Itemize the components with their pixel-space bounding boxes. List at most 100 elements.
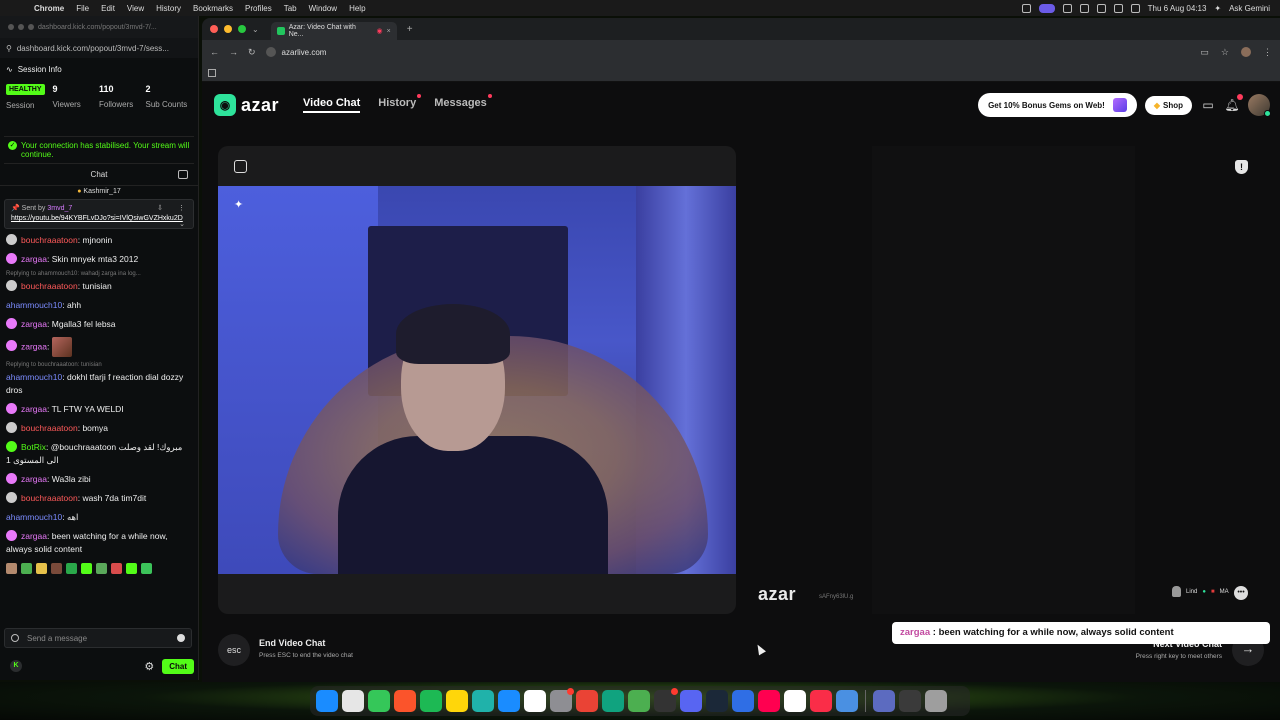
forward-icon[interactable]: →	[229, 47, 238, 57]
dock-app-icon[interactable]	[602, 690, 624, 712]
chat-username[interactable]: bouchraaatoon	[21, 423, 78, 433]
message-input[interactable]: Send a message	[27, 634, 87, 643]
remote-user-info[interactable]: Lind ● ■ MA	[1172, 586, 1229, 597]
chat-username[interactable]: bouchraaatoon	[21, 235, 78, 245]
users-icon[interactable]	[178, 170, 188, 179]
dock-app-icon[interactable]	[810, 690, 832, 712]
chat-message[interactable]: zargaa: Wa3la zibi	[6, 470, 192, 489]
menu-file[interactable]: File	[70, 4, 95, 13]
gemini-icon[interactable]: ✦	[1214, 4, 1221, 13]
window-close-button[interactable]	[8, 24, 14, 30]
menu-window[interactable]: Window	[303, 4, 343, 13]
menu-profiles[interactable]: Profiles	[239, 4, 278, 13]
search-icon[interactable]	[1113, 3, 1123, 13]
dock-app-icon[interactable]	[836, 690, 858, 712]
menu-edit[interactable]: Edit	[95, 4, 121, 13]
site-info-icon[interactable]	[265, 47, 276, 57]
dock-app-icon[interactable]	[899, 690, 921, 712]
tab-close-icon[interactable]: ×	[387, 28, 391, 35]
nav-messages[interactable]: Messages	[434, 94, 492, 113]
dock-app-icon[interactable]	[732, 690, 754, 712]
dock-app-icon[interactable]	[498, 690, 520, 712]
dock-app-icon[interactable]	[446, 690, 468, 712]
emote-icon[interactable]	[6, 563, 17, 574]
shop-button[interactable]: ◆ Shop	[1144, 95, 1192, 115]
pinned-sender-name[interactable]: 3mvd_7	[47, 205, 72, 212]
menubar-datetime[interactable]: Thu 6 Aug 04:13	[1148, 4, 1207, 13]
nav-history[interactable]: History	[378, 94, 422, 113]
pinned-message[interactable]: 📌 Sent by 3mvd_7 https://youtu.be/94KYBF…	[4, 199, 194, 229]
menu-app-name[interactable]: Chrome	[28, 4, 70, 13]
menu-bookmarks[interactable]: Bookmarks	[187, 4, 239, 13]
window-zoom-button[interactable]	[28, 24, 34, 30]
dock-app-icon[interactable]	[420, 690, 442, 712]
emote-icon[interactable]	[111, 563, 122, 574]
pinned-link[interactable]: https://youtu.be/94KYBFLvDJo?si=IVlQsiwG…	[11, 214, 187, 224]
chat-message[interactable]: zargaa: Skin mnyek mta3 2012	[6, 250, 192, 269]
chat-username[interactable]: zargaa	[21, 319, 47, 329]
screen-record-icon[interactable]	[1038, 3, 1055, 13]
chat-username[interactable]: ahammouch10	[6, 300, 62, 310]
chat-username[interactable]: zargaa	[21, 531, 47, 541]
kick-urlbar[interactable]: ⚲ dashboard.kick.com/popout/3mvd-7/sess.…	[0, 38, 198, 58]
emote-icon[interactable]	[66, 563, 77, 574]
chat-message[interactable]: zargaa: Mgalla3 fel lebsa	[6, 315, 192, 334]
new-tab-icon[interactable]: +	[407, 24, 413, 35]
ask-gemini-label[interactable]: Ask Gemini	[1229, 4, 1270, 13]
status-icon[interactable]	[1021, 3, 1031, 13]
dock-app-icon[interactable]	[873, 690, 895, 712]
bonus-gems-button[interactable]: Get 10% Bonus Gems on Web!	[978, 93, 1137, 117]
window-minimize-button[interactable]	[18, 24, 24, 30]
dock-app-icon[interactable]	[706, 690, 728, 712]
expand-icon[interactable]	[234, 160, 247, 173]
dock-app-icon[interactable]	[680, 690, 702, 712]
emote-icon[interactable]	[96, 563, 107, 574]
window-close-button[interactable]	[210, 25, 218, 33]
chrome-menu-icon[interactable]: ⋮	[1263, 47, 1272, 58]
wifi-icon[interactable]	[1096, 3, 1106, 13]
chat-message[interactable]: ahammouch10: dokhl tfarji f reaction dia…	[6, 368, 192, 400]
chat-username[interactable]: zargaa	[21, 404, 47, 414]
back-icon[interactable]: ←	[210, 47, 219, 57]
chat-message[interactable]: bouchraaatoon: wash 7da tim7dit	[6, 489, 192, 508]
text-icon[interactable]	[1079, 3, 1089, 13]
azar-logo[interactable]: azar	[241, 95, 279, 116]
dock-app-icon[interactable]	[925, 690, 947, 712]
dock-app-icon[interactable]	[368, 690, 390, 712]
emote-icon[interactable]	[51, 563, 62, 574]
settings-gear-icon[interactable]: ⚙	[144, 660, 154, 673]
chat-message[interactable]: ahammouch10: ahh	[6, 296, 192, 315]
chat-message[interactable]: BotRix: @bouchraaatoon مبروك! لقد وصلت ا…	[6, 438, 192, 470]
menu-view[interactable]: View	[121, 4, 150, 13]
chat-message[interactable]: bouchraaatoon: mjnonin	[6, 231, 192, 250]
dock-app-icon[interactable]	[394, 690, 416, 712]
chat-composer[interactable]: Send a message	[4, 628, 192, 648]
chat-message[interactable]: zargaa: TL FTW YA WELDI	[6, 400, 192, 419]
control-center-icon[interactable]	[1130, 3, 1140, 13]
chat-message[interactable]: ahammouch10: اهه	[6, 508, 192, 527]
chat-username[interactable]: bouchraaatoon	[21, 281, 78, 291]
dock-app-icon[interactable]	[472, 690, 494, 712]
kick-logo-icon[interactable]: K	[10, 660, 22, 672]
chat-username[interactable]: zargaa	[21, 474, 47, 484]
esc-key-button[interactable]: esc	[218, 634, 250, 666]
more-options-icon[interactable]: ⋮	[178, 204, 185, 212]
emoji-icon[interactable]	[177, 634, 185, 642]
dock-app-icon[interactable]	[550, 688, 574, 712]
dock-app-icon[interactable]	[342, 690, 364, 712]
chat-message[interactable]: zargaa: been watching for a while now, a…	[6, 527, 192, 559]
emote-icon[interactable]	[21, 563, 32, 574]
azar-logo-icon[interactable]: ◉	[214, 94, 236, 116]
dock-app-icon[interactable]	[654, 688, 678, 712]
magic-wand-icon[interactable]: ✦	[234, 198, 243, 211]
chat-send-button[interactable]: Chat	[162, 658, 194, 674]
chat-username[interactable]: zargaa	[21, 341, 47, 351]
menu-history[interactable]: History	[150, 4, 187, 13]
emote-icon[interactable]	[36, 563, 47, 574]
emote-icon[interactable]	[126, 563, 137, 574]
tab-search-icon[interactable]: ⌄	[252, 25, 259, 34]
emote-icon[interactable]	[141, 563, 152, 574]
dock-app-icon[interactable]	[758, 690, 780, 712]
nav-video-chat[interactable]: Video Chat	[303, 97, 361, 113]
chat-username[interactable]: BotRix	[21, 442, 46, 452]
